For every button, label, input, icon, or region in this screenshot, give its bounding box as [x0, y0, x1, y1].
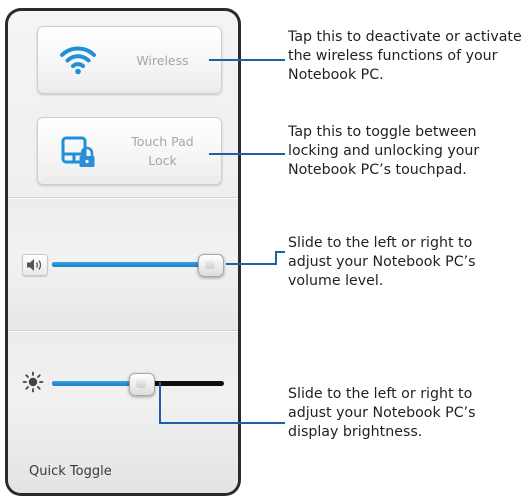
brightness-slider-fill [52, 381, 142, 386]
touchpad-lock-label-line1: Touch Pad [131, 134, 194, 149]
wireless-toggle-button[interactable]: Wireless [37, 26, 222, 94]
brightness-callout: Slide to the left or right to adjust you… [288, 385, 526, 442]
touchpad-lock-label: Touch Pad Lock [110, 118, 215, 184]
callout-line: Slide to the left or right to [288, 386, 473, 402]
callout-line: the wireless functions of your [288, 48, 498, 64]
quick-toggle-panel-body: Wireless Touch Pad Lock Quick Toggle [8, 11, 238, 493]
volume-slider-track[interactable] [52, 254, 225, 277]
section-divider [8, 330, 238, 331]
quick-toggle-panel: Wireless Touch Pad Lock Quick Toggle [5, 8, 241, 496]
callout-line: adjust your Notebook PC’s [288, 254, 476, 270]
brightness-slider-thumb[interactable] [129, 373, 156, 396]
brightness-slider-track[interactable] [52, 373, 224, 396]
sun-icon[interactable] [22, 371, 44, 393]
speaker-icon[interactable] [22, 254, 48, 276]
wireless-label: Wireless [110, 27, 215, 93]
volume-slider-fill [52, 262, 211, 267]
touchpad-lock-button[interactable]: Touch Pad Lock [37, 117, 222, 185]
volume-callout: Slide to the left or right to adjust you… [288, 234, 526, 291]
callout-line: Slide to the left or right to [288, 235, 473, 251]
callout-line: locking and unlocking your [288, 143, 480, 159]
callout-line: Notebook PC. [288, 67, 384, 83]
touchpad-callout: Tap this to toggle between locking and u… [288, 123, 526, 180]
wifi-icon [58, 41, 98, 79]
callout-line: adjust your Notebook PC’s [288, 405, 476, 421]
wireless-callout: Tap this to deactivate or activate the w… [288, 28, 526, 85]
callout-line: volume level. [288, 273, 384, 289]
callout-line: display brightness. [288, 424, 423, 440]
volume-slider-thumb[interactable] [198, 254, 225, 277]
callout-line: Tap this to deactivate or activate [288, 29, 522, 45]
callout-line: Notebook PC’s touchpad. [288, 162, 467, 178]
wireless-label-text: Wireless [136, 52, 189, 68]
touchpad-lock-icon [58, 132, 98, 170]
touchpad-lock-label-line2: Lock [148, 153, 177, 168]
section-divider [8, 197, 238, 198]
callout-line: Tap this to toggle between [288, 124, 477, 140]
quick-toggle-title: Quick Toggle [29, 464, 112, 479]
